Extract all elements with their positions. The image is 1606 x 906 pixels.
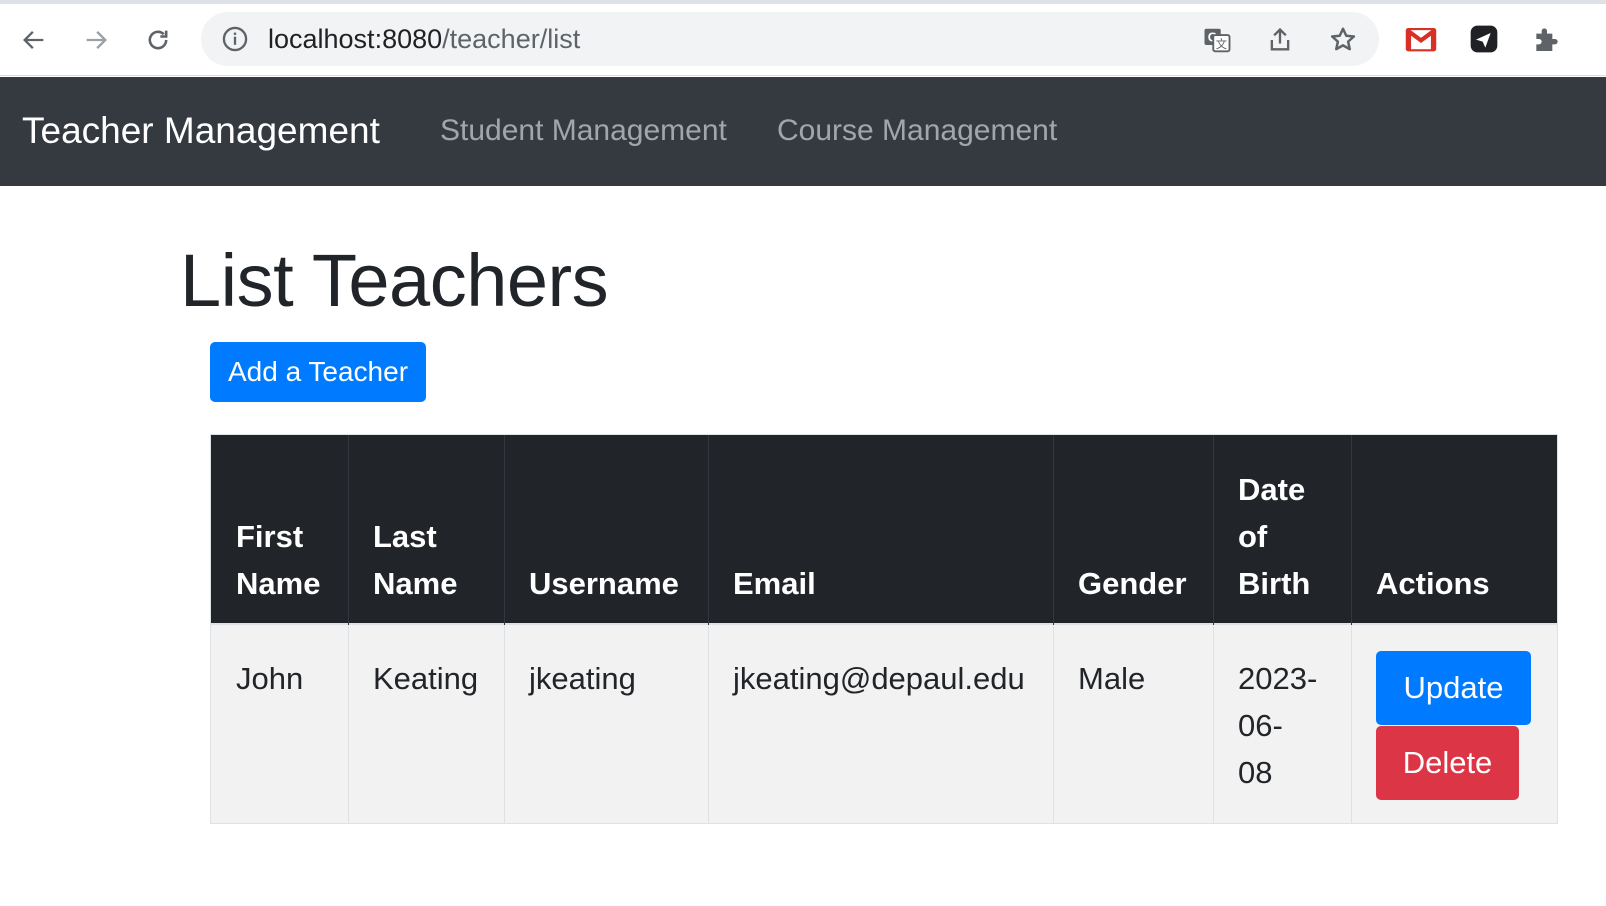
extensions-puzzle-icon[interactable] [1530,22,1564,56]
cell-gender: Male [1078,661,1146,696]
send-extension-icon[interactable] [1467,22,1501,56]
reload-icon [148,30,168,50]
cell-last-name: Keating [373,661,479,696]
gmail-extension-icon[interactable] [1404,22,1438,56]
header-username: Username [529,566,679,601]
nav-link-student-management[interactable]: Student Management [440,111,727,151]
back-arrow-icon [23,31,44,49]
page-title: List Teachers [180,239,609,322]
bookmark-star-icon[interactable] [1328,25,1358,55]
share-icon[interactable] [1265,25,1295,55]
forward-arrow-icon [86,31,107,49]
url-path: /teacher/list [442,24,581,54]
cell-first-name: John [236,661,304,696]
delete-button[interactable]: Delete [1376,726,1519,800]
url-host: localhost:8080 [268,24,443,54]
header-email: Email [733,566,816,601]
header-actions: Actions [1376,566,1490,601]
table-header: First Name Last Name Username Email Gender… [211,435,1557,625]
address-bar[interactable]: localhost:8080/teacher/list G文 [201,12,1379,66]
teachers-table: First Name Last Name Username Email Gender… [210,434,1558,824]
url-text[interactable]: localhost:8080/teacher/list [268,25,580,53]
translate-icon[interactable]: G文 [1202,25,1232,55]
svg-text:文: 文 [1216,37,1227,51]
update-button[interactable]: Update [1376,651,1531,725]
add-teacher-button[interactable]: Add a Teacher [210,342,426,402]
site-info-icon[interactable] [221,25,249,53]
cell-username: jkeating [529,661,636,696]
navbar-brand[interactable]: Teacher Management [22,109,380,153]
table-row: John Keating jkeating jkeating@depaul.ed… [211,625,1557,823]
reload-button[interactable] [138,20,178,60]
header-last-name: Last Name [373,519,458,601]
forward-button[interactable] [76,20,116,60]
back-button[interactable] [14,20,54,60]
cell-date-of-birth: 2023- 06- 08 [1238,661,1318,790]
cell-email: jkeating@depaul.edu [733,661,1025,696]
nav-link-course-management[interactable]: Course Management [777,111,1057,151]
tab-strip-edge [0,0,1606,4]
app-navbar: Teacher Management Student Management Co… [0,77,1606,186]
header-date-of-birth: Date of Birth [1238,472,1311,601]
browser-toolbar: localhost:8080/teacher/list G文 [0,0,1606,76]
header-gender: Gender [1078,566,1187,601]
header-first-name: First Name [236,519,321,601]
